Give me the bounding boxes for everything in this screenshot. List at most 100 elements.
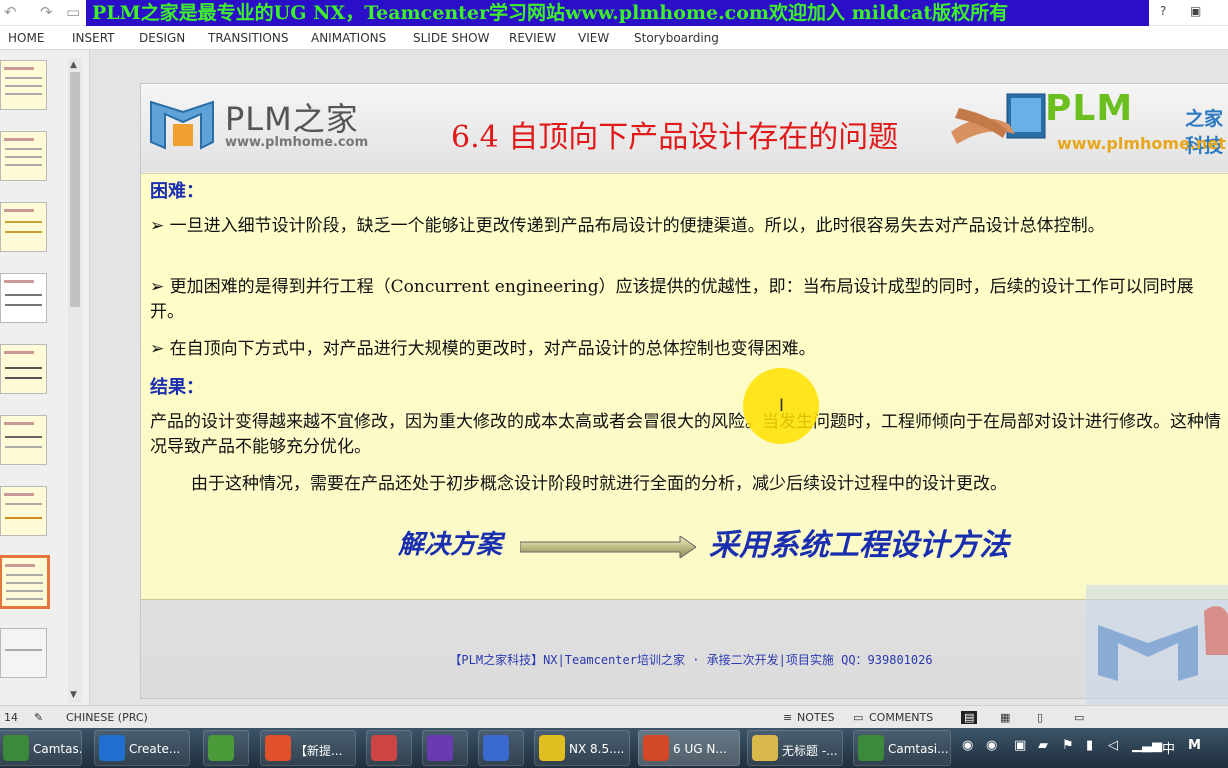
- tab-view[interactable]: VIEW: [578, 31, 609, 45]
- slide-canvas[interactable]: PLM之家 www.plmhome.com 6.4 自顶向下产品设计存在的问题 …: [140, 83, 1228, 699]
- tab-storyboarding[interactable]: Storyboarding: [634, 31, 719, 45]
- watermark-banner: PLM之家是最专业的UG NX，Teamcenter学习网站www.plmhom…: [86, 0, 1149, 26]
- title-bar: ↶ ↷ ▭ PLM之家是最专业的UG NX，Teamcenter学习网站www.…: [0, 0, 1228, 26]
- slide-footer: 【PLM之家科技】NX|Teamcenter培训之家 · 承接二次开发|项目实施…: [449, 653, 933, 667]
- slide-editor: PLM之家 www.plmhome.com 6.4 自顶向下产品设计存在的问题 …: [90, 50, 1228, 705]
- start-slideshow-icon[interactable]: ▭: [66, 3, 80, 21]
- difficulty-point-2: ➢ 更加困难的是得到并行工程（Concurrent engineering）应该…: [150, 277, 1194, 322]
- nvidia-icon[interactable]: ▰: [1038, 738, 1048, 753]
- slide-thumbnail[interactable]: [0, 202, 47, 252]
- handshake-icon: [951, 93, 1046, 144]
- conclusion-paragraph: 由于这种情况，需要在产品还处于初步概念设计阶段时就进行全面的分析，减少后续设计过…: [191, 474, 1007, 494]
- brand-right-name: PLM: [1045, 88, 1134, 129]
- tool-icon: [371, 735, 397, 761]
- result-paragraph: 产品的设计变得越来越不宜修改，因为重大修改的成本太高或者会冒很大的风险。当发生问…: [150, 412, 1221, 457]
- difficulty-point-1: ➢ 一旦进入细节设计阶段，缺乏一个能够让更改传递到产品布局设计的便捷渠道。所以，…: [150, 216, 1105, 236]
- method-label: 采用系统工程设计方法: [709, 528, 1009, 563]
- taskbar-item-chrome[interactable]: 【新提...: [260, 730, 356, 766]
- thumbnail-scrollbar[interactable]: ▲ ▼: [68, 58, 82, 703]
- taskbar-item-app2[interactable]: [478, 730, 524, 766]
- tab-animations[interactable]: ANIMATIONS: [311, 31, 386, 45]
- qq-icon[interactable]: ◉: [986, 738, 997, 753]
- taskbar-item-paint[interactable]: 无标题 -...: [747, 730, 843, 766]
- plm-watermark-logo-icon: [1086, 585, 1228, 715]
- nx-icon: [539, 735, 565, 761]
- infinity-icon: [483, 735, 509, 761]
- slide-thumbnail[interactable]: [0, 415, 47, 465]
- windows-taskbar: Camtas... Create... 【新提... NX 8.5.... 6 …: [0, 728, 1228, 768]
- tab-transitions[interactable]: TRANSITIONS: [208, 31, 288, 45]
- redo-icon[interactable]: ↷: [40, 3, 53, 21]
- help-icon[interactable]: ?: [1160, 4, 1166, 18]
- spellcheck-icon[interactable]: ✎: [34, 711, 43, 724]
- slide-thumbnail[interactable]: [0, 486, 47, 536]
- tray-app-icon[interactable]: ▣: [1014, 738, 1026, 753]
- slide-thumbnail[interactable]: [0, 628, 47, 678]
- taskbar-item-nx[interactable]: NX 8.5....: [534, 730, 630, 766]
- scroll-thumb[interactable]: [70, 72, 80, 307]
- internet-explorer-icon: [99, 735, 125, 761]
- ribbon-display-icon[interactable]: ▣: [1190, 4, 1201, 18]
- tab-slide-show[interactable]: SLIDE SHOW: [413, 31, 489, 45]
- ime-indicator[interactable]: 中: [1162, 738, 1175, 757]
- camtasia-icon: [3, 735, 29, 761]
- ribbon-tabs: HOME INSERT DESIGN TRANSITIONS ANIMATION…: [0, 26, 1228, 50]
- slide-header: PLM之家 www.plmhome.com 6.4 自顶向下产品设计存在的问题 …: [141, 84, 1228, 172]
- brand-name: PLM之家: [225, 100, 359, 138]
- app-icon: [208, 735, 234, 761]
- notes-button[interactable]: NOTES: [797, 711, 835, 724]
- slide-thumbnail[interactable]: [0, 273, 47, 323]
- solution-label: 解决方案: [398, 530, 503, 560]
- powerpoint-icon: [643, 735, 669, 761]
- normal-view-icon[interactable]: ▤: [961, 711, 978, 724]
- brand-url: www.plmhome.com: [225, 135, 369, 150]
- slide-sorter-icon[interactable]: ▦: [1000, 711, 1010, 724]
- visual-studio-icon: [427, 735, 453, 761]
- taskbar-item-powerpoint[interactable]: 6 UG N...: [638, 730, 740, 766]
- status-bar: 14 ✎ CHINESE (PRC) ≡ NOTES ▭ COMMENTS ▤ …: [0, 705, 1228, 728]
- volume-icon[interactable]: ◁: [1108, 738, 1118, 753]
- result-label: 结果：: [150, 377, 204, 398]
- scroll-down-icon[interactable]: ▼: [70, 690, 77, 700]
- taskbar-item-ie[interactable]: Create...: [94, 730, 190, 766]
- tab-home[interactable]: HOME: [8, 31, 44, 45]
- taskbar-item-visual-studio[interactable]: [422, 730, 468, 766]
- difficulty-point-3: ➢ 在自顶向下方式中，对产品进行大规模的更改时，对产品设计的总体控制也变得困难。: [150, 339, 816, 359]
- difficulty-label: 困难：: [150, 181, 204, 202]
- slideshow-view-icon[interactable]: ▭: [1074, 711, 1084, 724]
- chrome-icon: [265, 735, 291, 761]
- taskbar-item-app[interactable]: [203, 730, 249, 766]
- taskbar-item-camtasia-2[interactable]: Camtasi...: [853, 730, 951, 766]
- undo-icon[interactable]: ↶: [4, 3, 17, 21]
- notes-icon[interactable]: ≡: [783, 711, 792, 724]
- tab-review[interactable]: REVIEW: [509, 31, 556, 45]
- brand-right-url: www.plmhome.net: [1057, 134, 1226, 153]
- right-arrow-icon: [520, 536, 696, 558]
- text-cursor-icon: I: [779, 396, 785, 416]
- flag-icon[interactable]: ⚑: [1062, 738, 1074, 753]
- powerpoint-window: ↶ ↷ ▭ PLM之家是最专业的UG NX，Teamcenter学习网站www.…: [0, 0, 1228, 768]
- slide-thumbnail[interactable]: [0, 131, 47, 181]
- comments-icon[interactable]: ▭: [853, 711, 863, 724]
- taskbar-item-tool[interactable]: [366, 730, 412, 766]
- slide-number: 14: [4, 711, 18, 724]
- language-indicator[interactable]: CHINESE (PRC): [66, 711, 148, 724]
- battery-icon[interactable]: ▮: [1086, 738, 1093, 753]
- slide-body: 困难： ➢ 一旦进入细节设计阶段，缺乏一个能够让更改传递到产品布局设计的便捷渠道…: [141, 173, 1228, 600]
- tab-design[interactable]: DESIGN: [139, 31, 185, 45]
- comments-button[interactable]: COMMENTS: [869, 711, 933, 724]
- reading-view-icon[interactable]: ▯: [1037, 711, 1043, 724]
- plm-logo-icon: [150, 100, 214, 150]
- ime-mode-indicator[interactable]: M: [1188, 738, 1201, 753]
- slide-thumbnail-current[interactable]: [0, 555, 50, 609]
- taskbar-item-camtasia[interactable]: Camtas...: [0, 730, 82, 766]
- slide-thumbnail[interactable]: [0, 60, 47, 110]
- tab-insert[interactable]: INSERT: [72, 31, 115, 45]
- camtasia-icon: [858, 735, 884, 761]
- slide-title: 6.4 自顶向下产品设计存在的问题: [451, 120, 899, 155]
- slide-thumbnail[interactable]: [0, 344, 47, 394]
- scroll-up-icon[interactable]: ▲: [70, 60, 77, 70]
- qq-icon[interactable]: ◉: [962, 738, 973, 753]
- paint-icon: [752, 735, 778, 761]
- network-icon[interactable]: ▁▃▅: [1132, 738, 1162, 753]
